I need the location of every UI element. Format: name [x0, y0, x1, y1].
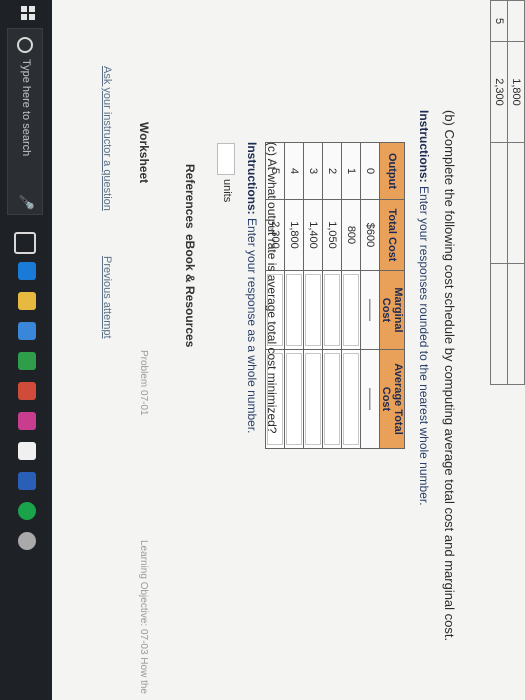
- total-cost-cell: 1,800: [284, 199, 304, 271]
- marginal-cost-fixed: ——: [360, 270, 380, 350]
- part-b-instructions: Instructions: Enter your responses round…: [417, 110, 431, 506]
- marginal-cost-input[interactable]: [341, 270, 361, 350]
- ebook-resources-link[interactable]: eBook & Resources: [183, 234, 197, 347]
- output-cell: 4: [284, 142, 304, 200]
- prev-input-cell[interactable]: [490, 263, 508, 385]
- instructions-text: Enter your responses rounded to the near…: [417, 186, 431, 506]
- total-cost-cell: $600: [360, 199, 380, 271]
- input-box[interactable]: [286, 353, 302, 445]
- table-row: 4 1,800: [284, 142, 304, 449]
- task-view-icon[interactable]: [14, 232, 36, 254]
- references-label: References: [183, 164, 197, 229]
- microphone-icon[interactable]: 🎤: [18, 194, 34, 210]
- instructions-label: Instructions:: [245, 142, 259, 215]
- atc-input[interactable]: [341, 349, 361, 449]
- edge-browser-icon[interactable]: [18, 262, 36, 280]
- search-circle-icon: [17, 37, 33, 53]
- windows-start-icon[interactable]: [21, 6, 35, 20]
- powerpoint-icon[interactable]: [18, 382, 36, 400]
- marginal-cost-input[interactable]: [284, 270, 304, 350]
- settings-app-icon[interactable]: [18, 532, 36, 550]
- previous-attempt-link[interactable]: Previous attempt: [101, 256, 113, 339]
- table-row: 3 1,400: [303, 142, 323, 449]
- ask-instructor-link[interactable]: Ask your instructor a question: [101, 66, 113, 211]
- header-marginal-cost: Marginal Cost: [379, 270, 405, 350]
- header-average-total-cost: Average Total Cost: [379, 349, 405, 449]
- part-c-prompt: (c) At what output rate is average total…: [265, 142, 279, 434]
- prev-input-cell[interactable]: [490, 142, 508, 264]
- excel-icon[interactable]: [18, 352, 36, 370]
- word-icon[interactable]: [18, 472, 36, 490]
- search-placeholder: Type here to search: [20, 59, 32, 157]
- output-cell: 3: [303, 142, 323, 200]
- prev-value-cell: 1,800: [507, 41, 525, 143]
- input-box[interactable]: [343, 353, 359, 445]
- prev-input-cell[interactable]: [507, 263, 525, 385]
- marginal-cost-input[interactable]: [322, 270, 342, 350]
- store-icon[interactable]: [18, 322, 36, 340]
- part-b-prompt: (b) Complete the following cost schedule…: [442, 110, 457, 642]
- prev-output-cell: [507, 0, 525, 42]
- table-header-row: Output Total Cost Marginal Cost Average …: [379, 142, 405, 449]
- marginal-cost-input[interactable]: [303, 270, 323, 350]
- total-cost-cell: 1,400: [303, 199, 323, 271]
- taskbar-search[interactable]: Type here to search 🎤: [7, 28, 43, 215]
- cost-schedule-table: Output Total Cost Marginal Cost Average …: [265, 142, 405, 449]
- output-cell: 0: [360, 142, 380, 200]
- problem-id: Problem 07-01: [138, 350, 149, 416]
- atc-input[interactable]: [303, 349, 323, 449]
- output-cell: 1: [341, 142, 361, 200]
- input-box[interactable]: [286, 274, 302, 346]
- prev-output-cell: 5: [490, 0, 508, 42]
- input-box[interactable]: [305, 274, 321, 346]
- media-player-icon[interactable]: [18, 442, 36, 460]
- part-c-instructions: Instructions: Enter your response as a w…: [245, 142, 259, 433]
- prev-input-cell[interactable]: [507, 142, 525, 264]
- instructions-label: Instructions:: [417, 110, 431, 183]
- atc-fixed: ——: [360, 349, 380, 449]
- table-row: 1 800: [341, 142, 361, 449]
- instructions-text: Enter your response as a whole number.: [245, 218, 259, 434]
- spotify-icon[interactable]: [18, 502, 36, 520]
- table-row: 0 $600 —— ——: [360, 142, 380, 449]
- units-input[interactable]: [217, 143, 235, 175]
- header-output: Output: [379, 142, 405, 200]
- table-row: 2 1,050: [322, 142, 342, 449]
- table-row: 1,800: [507, 0, 525, 385]
- prev-value-cell: 2,300: [490, 41, 508, 143]
- atc-input[interactable]: [284, 349, 304, 449]
- header-total-cost: Total Cost: [379, 199, 405, 271]
- total-cost-cell: 1,050: [322, 199, 342, 271]
- browser-screen: 1,800 5 2,300 (b) Complete the following…: [0, 0, 525, 700]
- worksheet-label: Worksheet: [137, 122, 151, 184]
- input-box[interactable]: [324, 353, 340, 445]
- table-row: 5 2,300: [490, 0, 508, 385]
- learning-objective: Learning Objective: 07-03 How the: [138, 540, 149, 694]
- output-cell: 2: [322, 142, 342, 200]
- input-box[interactable]: [324, 274, 340, 346]
- previous-table: 1,800 5 2,300: [490, 0, 525, 385]
- atc-input[interactable]: [322, 349, 342, 449]
- music-app-icon[interactable]: [18, 412, 36, 430]
- taskbar: Type here to search 🎤: [0, 0, 52, 700]
- input-box[interactable]: [343, 274, 359, 346]
- input-box[interactable]: [305, 353, 321, 445]
- units-label: units: [221, 179, 233, 203]
- total-cost-cell: 800: [341, 199, 361, 271]
- file-explorer-icon[interactable]: [18, 292, 36, 310]
